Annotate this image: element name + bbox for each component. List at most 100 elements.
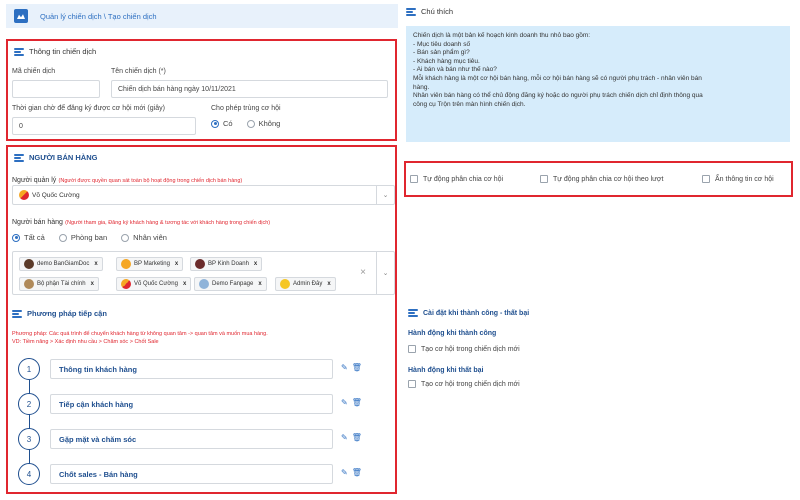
clear-all-icon[interactable]: × [360,267,366,278]
remove-tag-icon[interactable]: x [91,281,94,287]
allow-yes-radio[interactable]: Có [211,119,233,128]
user-avatar-icon [195,259,205,269]
seller-tag-label: BP Kinh Doanh [208,261,249,267]
seller-tag: Admin Đây x [275,277,336,291]
trash-icon[interactable]: 🗑 [352,363,362,372]
list-icon [14,153,24,162]
edit-icon[interactable]: ✎ [341,398,348,407]
step-number: 4 [18,463,40,485]
manager-name: Võ Quốc Cường [32,191,80,199]
hide-info-checkbox[interactable]: Ẩn thông tin cơ hội [702,175,774,183]
campaign-code-label: Mã chiến dịch [12,68,56,75]
auto-split-checkbox[interactable]: Tự động phân chia cơ hội [410,175,503,183]
trash-icon[interactable]: 🗑 [352,433,362,442]
edit-icon[interactable]: ✎ [341,363,348,372]
trash-icon[interactable]: 🗑 [352,468,362,477]
manager-select[interactable]: Võ Quốc Cường ⌄ [12,185,395,205]
radio-checked-icon [211,119,219,128]
campaign-name-input[interactable]: Chiến dịch bán hàng ngày 10/11/2021 [111,80,388,98]
user-avatar-icon [24,279,34,289]
star-avatar-icon [280,279,290,289]
seller-scope-group: Tất cả Phòng ban Nhân viên [12,233,167,242]
seller-tag-label: Bộ phận Tài chính [37,281,86,287]
wait-time-input[interactable]: 0 [12,117,196,135]
scope-dept-radio[interactable]: Phòng ban [58,233,107,242]
seller-tag: Võ Quốc Cường x [116,277,192,291]
seller-tag: Demo Fanpage x [194,277,267,291]
manager-selected: Võ Quốc Cường [19,190,80,200]
hide-info-label: Ẩn thông tin cơ hội [715,175,774,183]
user-avatar-icon [199,279,209,289]
chevron-down-icon[interactable]: ⌄ [376,252,394,294]
seller-tag: BP Kinh Doanh x [190,257,263,271]
list-icon [12,309,22,318]
fail-option-checkbox[interactable]: Tạo cơ hội trong chiến dịch mới [408,380,520,388]
seller-tag-label: Võ Quốc Cường [134,281,178,287]
step-actions: ✎ 🗑 [341,433,362,442]
campaign-info-title: Thông tin chiến dịch [29,47,97,56]
allow-no-label: Không [258,119,281,128]
sellers-header: NGƯỜI BÁN HÀNG [14,153,97,162]
seller-tag-label: Admin Đây [293,281,323,287]
allow-no-radio[interactable]: Không [246,119,281,128]
allow-duplicate-group: Có Không [211,119,280,128]
user-avatar-icon [121,259,131,269]
note-line: - Ai bán và bán như thế nào? [413,66,497,74]
edit-icon[interactable]: ✎ [341,433,348,442]
auto-split-turn-checkbox[interactable]: Tự động phân chia cơ hội theo lượt [540,175,663,183]
trash-icon[interactable]: 🗑 [352,398,362,407]
radio-unchecked-icon [121,233,130,242]
checkbox-icon [408,380,416,388]
remove-tag-icon[interactable]: x [175,261,178,267]
sellers-multiselect[interactable]: demo BanGiamDoc x BP Marketing x BP Kinh… [12,251,395,295]
checkbox-icon [540,175,548,183]
step-number: 3 [18,428,40,450]
approach-title: Phương pháp tiếp cận [27,309,107,318]
step-input[interactable]: Thông tin khách hàng [50,359,333,379]
seller-tag-label: Demo Fanpage [212,281,254,287]
step-number: 1 [18,358,40,380]
note-line: - Mục tiêu doanh số [413,40,471,48]
scope-staff-radio[interactable]: Nhân viên [121,233,167,242]
remove-tag-icon[interactable]: x [327,281,330,287]
step-input[interactable]: Tiếp cận khách hàng [50,394,333,414]
campaign-name-label: Tên chiến dịch (*) [111,68,166,75]
edit-icon[interactable]: ✎ [341,468,348,477]
seller-hint: (Người tham gia, Đăng ký khách hàng & tư… [65,220,271,226]
step-actions: ✎ 🗑 [341,468,362,477]
seller-label-row: Người bán hàng (Người tham gia, Đăng ký … [12,217,270,226]
campaign-code-input[interactable] [12,80,100,98]
manager-label-row: Người quản lý (Người được quyền quan sát… [12,175,242,184]
success-option-checkbox[interactable]: Tạo cơ hội trong chiến dịch mới [408,345,520,353]
campaign-icon [14,9,28,23]
remove-tag-icon[interactable]: x [94,261,97,267]
remove-tag-icon[interactable]: x [258,281,261,287]
note-line: hàng. [413,83,430,91]
fail-title: Hành động khi thất bại [408,367,484,374]
step-number: 2 [18,393,40,415]
step-item: 4 [18,463,40,485]
step-input[interactable]: Gặp mặt và chăm sóc [50,429,333,449]
breadcrumb: Quản lý chiến dịch \ Tạo chiến dịch [6,4,398,28]
breadcrumb-text[interactable]: Quản lý chiến dịch \ Tạo chiến dịch [40,12,157,21]
checkbox-icon [410,175,418,183]
note-title: Chú thích [421,7,454,16]
success-option-label: Tạo cơ hội trong chiến dịch mới [421,345,520,353]
scope-all-radio[interactable]: Tất cả [12,233,45,242]
note-box: Chiến dịch là một bản kế hoạch kinh doan… [406,26,790,142]
approach-desc-1: Phương pháp: Các quá trình để chuyển khá… [12,331,268,337]
campaign-info-section: Thông tin chiến dịch Mã chiến dịch Tên c… [6,39,397,141]
step-item: 1 [18,358,40,380]
step-input[interactable]: Chốt sales - Bán hàng [50,464,333,484]
chevron-down-icon[interactable]: ⌄ [376,186,394,204]
radio-unchecked-icon [58,233,67,242]
seller-tag-label: BP Marketing [134,261,170,267]
manager-hint: (Người được quyền quan sát toàn bộ hoạt … [58,178,243,184]
note-line: - Bán sản phẩm gì? [413,49,470,57]
result-settings-title: Cài đặt khi thành công - thất bại [423,309,530,317]
list-icon [406,7,416,16]
remove-tag-icon[interactable]: x [183,281,186,287]
checkbox-icon [702,175,710,183]
note-line: Mỗi khách hàng là một cơ hội bán hàng, m… [413,74,702,82]
remove-tag-icon[interactable]: x [254,261,257,267]
